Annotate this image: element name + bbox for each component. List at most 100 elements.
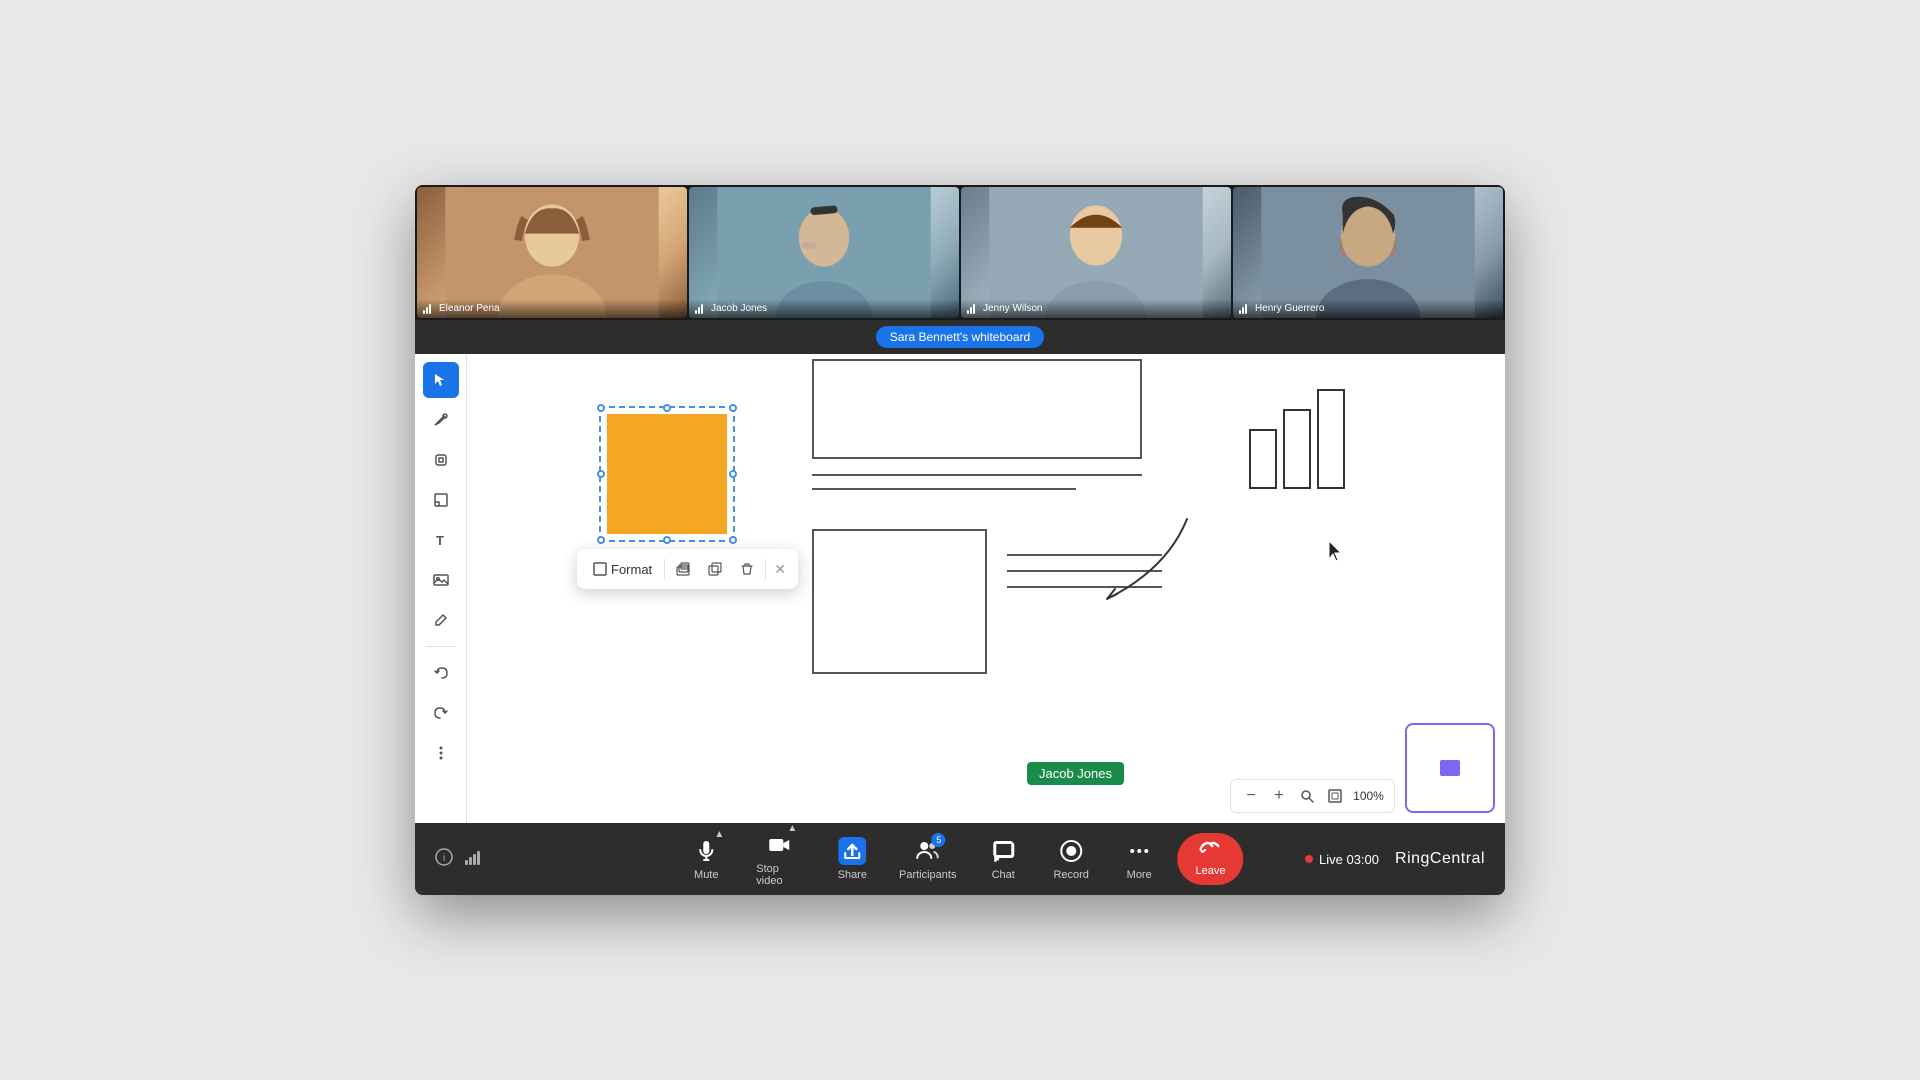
zoom-controls: − + 100% <box>1230 779 1395 813</box>
leave-label: Leave <box>1195 865 1225 877</box>
handle-br[interactable] <box>729 536 737 544</box>
leave-icon <box>1199 841 1221 863</box>
drawing-toolbar: T <box>415 354 467 823</box>
video-strip: Eleanor Pena Jacob Jones <box>415 185 1505 320</box>
app-window: Eleanor Pena Jacob Jones <box>415 185 1505 895</box>
tile-overlay-1: Eleanor Pena <box>417 299 687 318</box>
live-dot <box>1305 855 1313 863</box>
record-icon-wrap <box>1057 837 1085 865</box>
record-icon <box>1059 839 1083 863</box>
bar-chart-wireframe <box>1249 369 1345 489</box>
zoom-out-button[interactable]: − <box>1239 784 1263 808</box>
mute-icon-wrap: ▲ <box>692 837 720 865</box>
chat-icon <box>991 839 1015 863</box>
zoom-search-button[interactable] <box>1295 784 1319 808</box>
ctx-close-btn[interactable]: ✕ <box>770 559 790 579</box>
tool-sticky[interactable] <box>423 482 459 518</box>
share-icon <box>838 837 866 865</box>
brand-name: RingCentral <box>1395 850 1485 868</box>
ctx-delete-btn[interactable] <box>733 555 761 583</box>
bottom-toolbar: i ▲ Mute <box>415 823 1505 895</box>
signal-icon[interactable] <box>465 851 483 868</box>
participant-cursor-label: Jacob Jones <box>1027 762 1124 785</box>
chat-icon-wrap <box>989 837 1017 865</box>
video-tile-2: Jacob Jones <box>689 187 959 318</box>
mini-preview-card <box>1405 723 1495 813</box>
chat-action[interactable]: Chat <box>973 831 1033 887</box>
participants-badge: 5 <box>932 833 946 847</box>
mini-rect <box>1440 760 1460 776</box>
wireframe-line-1 <box>812 474 1142 476</box>
record-label: Record <box>1053 869 1088 881</box>
selected-shape[interactable] <box>607 414 727 534</box>
ctx-divider-1 <box>664 559 665 579</box>
format-label: Format <box>611 562 652 577</box>
tool-more-tools[interactable] <box>423 735 459 771</box>
zoom-fit-button[interactable] <box>1323 784 1347 808</box>
tool-eraser[interactable] <box>423 602 459 638</box>
bar-1 <box>1249 429 1277 489</box>
handle-tl[interactable] <box>597 404 605 412</box>
participants-action[interactable]: 5 Participants <box>890 831 965 887</box>
more-action[interactable]: More <box>1109 831 1169 887</box>
svg-text:i: i <box>443 853 445 864</box>
mute-action[interactable]: ▲ Mute <box>676 831 736 887</box>
handle-mr[interactable] <box>729 470 737 478</box>
more-icon-wrap <box>1125 837 1153 865</box>
handle-bl[interactable] <box>597 536 605 544</box>
zoom-level: 100% <box>1351 789 1386 803</box>
shape-context-menu: Format ✕ <box>577 549 798 589</box>
bottom-right-info: Live 03:00 RingCentral <box>1305 850 1485 868</box>
whiteboard-title: Sara Bennett's whiteboard <box>876 326 1044 348</box>
whiteboard-title-bar: Sara Bennett's whiteboard <box>415 320 1505 354</box>
tool-select[interactable] <box>423 362 459 398</box>
svg-text:T: T <box>436 533 444 548</box>
mute-chevron: ▲ <box>714 829 724 840</box>
participants-label: Participants <box>899 869 956 881</box>
whiteboard-canvas[interactable]: Format ✕ <box>467 354 1505 823</box>
tool-draw[interactable] <box>423 402 459 438</box>
main-content: T <box>415 354 1505 823</box>
mute-label: Mute <box>694 869 718 881</box>
tool-undo[interactable] <box>423 655 459 691</box>
tool-stamp[interactable] <box>423 442 459 478</box>
mute-icon <box>694 839 718 863</box>
arrow-drawing <box>1027 509 1227 629</box>
stop-video-icon-wrap: ▲ <box>765 831 793 859</box>
tile-overlay-2: Jacob Jones <box>689 299 959 318</box>
handle-tm[interactable] <box>663 404 671 412</box>
video-tile-3: Jenny Wilson <box>961 187 1231 318</box>
bar-2 <box>1283 409 1311 489</box>
video-chevron: ▲ <box>787 823 797 834</box>
orange-rectangle[interactable] <box>607 414 727 534</box>
stop-video-icon <box>767 833 791 857</box>
zoom-in-button[interactable]: + <box>1267 784 1291 808</box>
ctx-layer-btn[interactable] <box>669 555 697 583</box>
share-action[interactable]: Share <box>822 831 882 887</box>
handle-tr[interactable] <box>729 404 737 412</box>
tool-text[interactable]: T <box>423 522 459 558</box>
handle-bm[interactable] <box>663 536 671 544</box>
stop-video-action[interactable]: ▲ Stop video <box>744 825 814 893</box>
format-button[interactable]: Format <box>585 558 660 581</box>
participant-name-3: Jenny Wilson <box>983 303 1042 314</box>
tool-image[interactable] <box>423 562 459 598</box>
mouse-cursor <box>1327 539 1347 563</box>
share-icon-wrap <box>838 837 866 865</box>
share-label: Share <box>838 869 867 881</box>
bar-3 <box>1317 389 1345 489</box>
info-icon[interactable]: i <box>435 848 453 871</box>
record-action[interactable]: Record <box>1041 831 1101 887</box>
video-tile-4: Henry Guerrero <box>1233 187 1503 318</box>
more-icon <box>1127 839 1151 863</box>
wireframe-top-box <box>812 359 1142 459</box>
wireframe-line-2 <box>812 488 1076 490</box>
handle-ml[interactable] <box>597 470 605 478</box>
stop-video-label: Stop video <box>756 863 802 887</box>
ctx-duplicate-btn[interactable] <box>701 555 729 583</box>
participants-icon-wrap: 5 <box>914 837 942 865</box>
participant-name-1: Eleanor Pena <box>439 303 500 314</box>
leave-button[interactable]: Leave <box>1177 833 1244 885</box>
tool-redo[interactable] <box>423 695 459 731</box>
video-tile-1: Eleanor Pena <box>417 187 687 318</box>
